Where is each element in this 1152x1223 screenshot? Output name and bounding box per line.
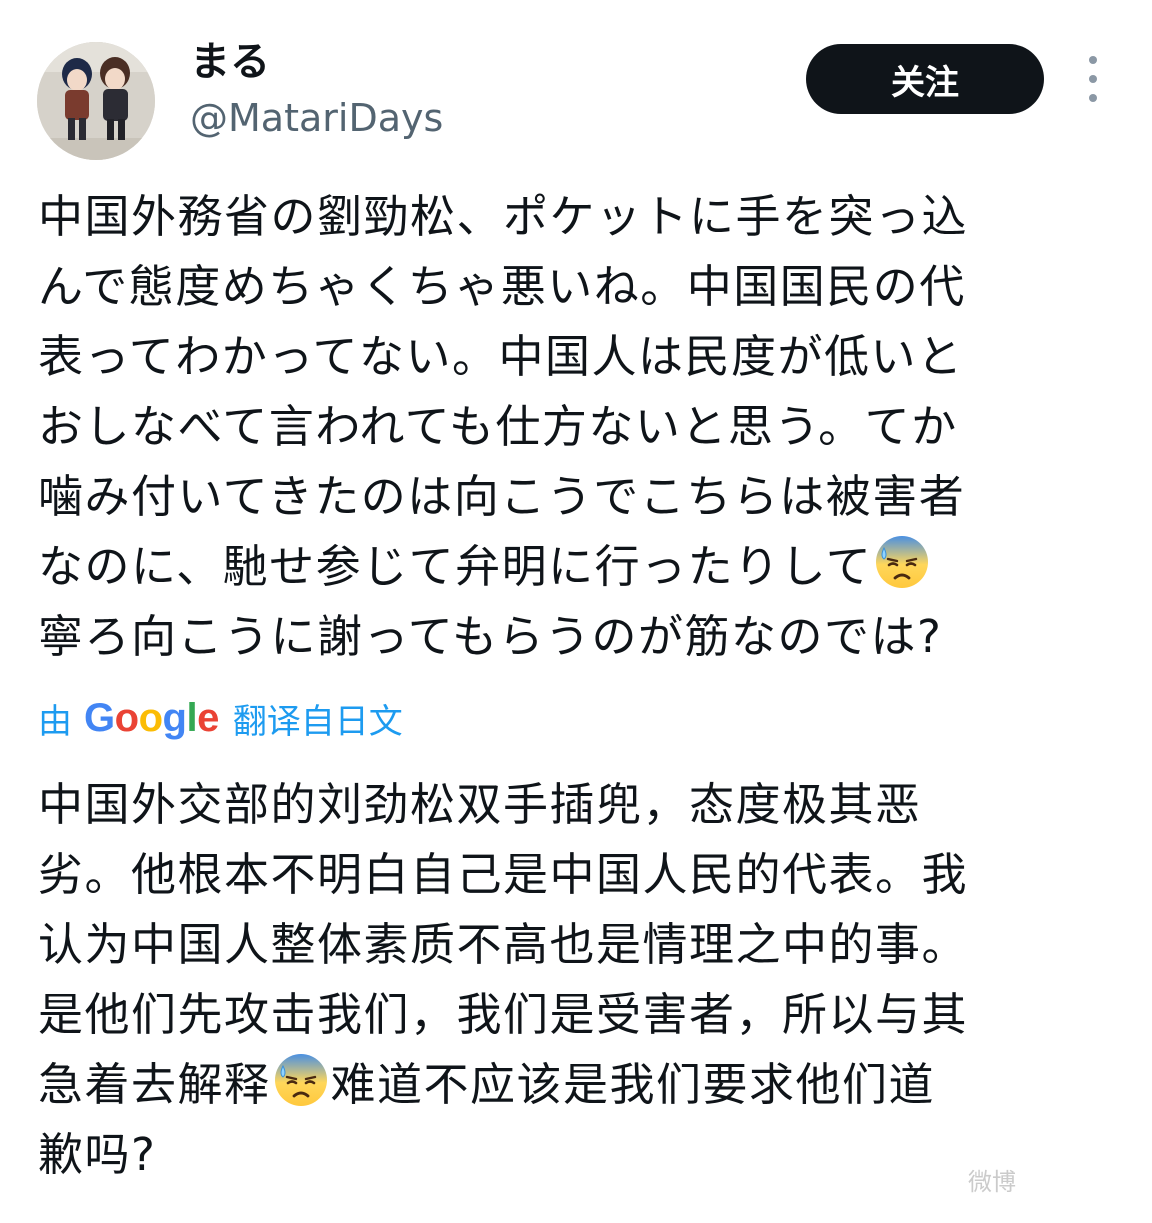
google-letter: G	[84, 695, 115, 740]
post-line: なのに、馳せ参じて弁明に行ったりして	[38, 540, 873, 593]
post-header: まる @MatariDays 关注	[0, 0, 1152, 160]
translated-line-with-emoji: 急着去解释 难道不应该是我们要求他们道	[38, 1050, 1118, 1120]
translation-attribution[interactable]: 由 Google 翻译自日文	[38, 690, 403, 746]
translated-line: 难道不应该是我们要求他们道	[330, 1058, 936, 1111]
google-letter: e	[197, 695, 219, 740]
google-letter: g	[162, 695, 187, 740]
anxious-face-with-sweat-icon	[876, 536, 929, 588]
post-line-with-emoji: なのに、馳せ参じて弁明に行ったりして	[38, 532, 1118, 602]
translated-from-label: 翻译自日文	[232, 701, 403, 742]
google-letter: l	[186, 695, 198, 740]
translated-line: 认为中国人整体素质不高也是情理之中的事。	[38, 918, 969, 971]
post-line: 中国外務省の劉勁松、ポケットに手を突っ込	[38, 190, 969, 243]
follow-button[interactable]: 关注	[806, 44, 1044, 114]
post-line: おしなべて言われても仕方ないと思う。てか	[38, 400, 958, 453]
more-dot	[1089, 94, 1097, 102]
avatar[interactable]	[37, 42, 155, 160]
translated-text: 中国外交部的刘劲松双手插兜，态度极其恶 劣。他根本不明白自己是中国人民的代表。我…	[38, 770, 1118, 1190]
translated-line: 劣。他根本不明白自己是中国人民的代表。我	[38, 848, 969, 901]
avatar-image	[37, 42, 155, 160]
post-line: んで態度めちゃくちゃ悪いね。中国国民の代	[38, 260, 966, 313]
post-line: 表ってわかってない。中国人は民度が低いと	[38, 330, 964, 383]
anxious-face-with-sweat-icon	[274, 1054, 327, 1106]
translated-line: 歉吗?	[38, 1128, 157, 1181]
translated-line: 中国外交部的刘劲松双手插兜，态度极其恶	[38, 778, 922, 831]
google-logo: Google	[84, 696, 219, 741]
post-text: 中国外務省の劉勁松、ポケットに手を突っ込 んで態度めちゃくちゃ悪いね。中国国民の…	[38, 182, 1118, 672]
more-dot	[1089, 56, 1097, 64]
watermark: 微博	[968, 1168, 1016, 1196]
user-handle[interactable]: @MatariDays	[190, 92, 443, 144]
display-name[interactable]: まる	[190, 34, 270, 90]
more-dot	[1089, 75, 1097, 83]
more-options-icon[interactable]	[1076, 56, 1110, 102]
google-letter: o	[114, 695, 139, 740]
translated-line: 急着去解释	[38, 1058, 271, 1111]
post-line: 寧ろ向こうに謝ってもらうのが筋なのでは?	[38, 610, 943, 663]
post-line: 噛み付いてきたのは向こうでこちらは被害者	[38, 470, 966, 523]
translated-by-label: 由	[38, 701, 72, 742]
translated-line: 是他们先攻击我们，我们是受害者，所以与其	[38, 988, 969, 1041]
google-letter: o	[138, 695, 163, 740]
